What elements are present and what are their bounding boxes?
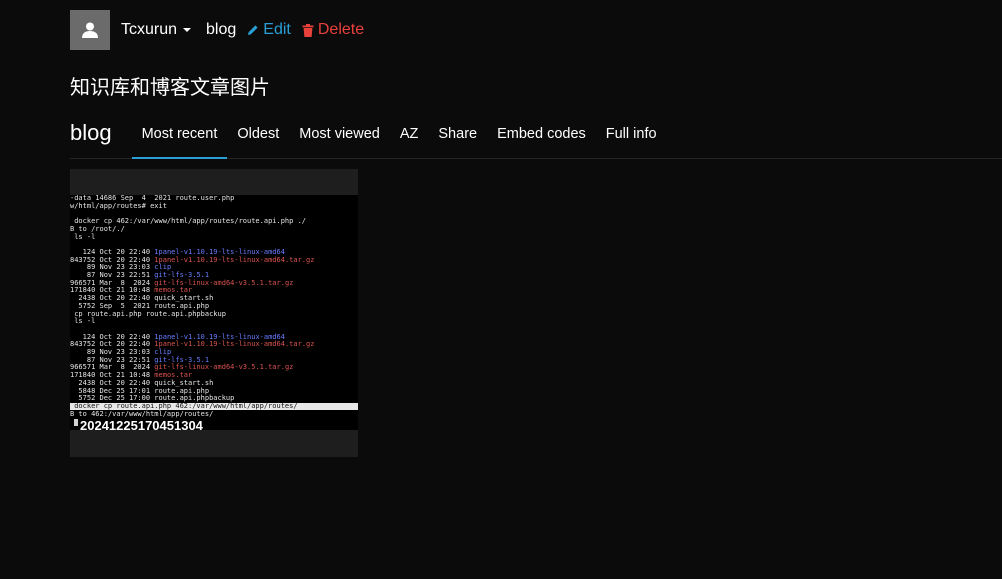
edit-button[interactable]: Edit (247, 21, 291, 39)
image-thumbnail: -data 14686 Sep 4 2021 route.user.php w/h… (70, 195, 358, 430)
tab-full-info[interactable]: Full info (596, 110, 667, 158)
tab-most-recent[interactable]: Most recent (131, 110, 228, 159)
delete-button[interactable]: Delete (302, 21, 364, 39)
user-icon (82, 22, 98, 38)
tab-most-viewed[interactable]: Most viewed (289, 110, 390, 158)
trash-icon (302, 23, 314, 37)
avatar[interactable] (70, 10, 110, 50)
terminal-line: ls -l (70, 317, 96, 326)
album-link[interactable]: blog (206, 21, 236, 39)
image-caption: 20241225170451304 (80, 418, 203, 433)
terminal-text: B to 462:/var/www/html/app/routes/ (70, 409, 214, 418)
delete-label: Delete (317, 21, 365, 38)
terminal-text: w/html/app/routes# exit (70, 201, 167, 210)
terminal-file-name: 1panel-v1.10.19-lts-linux-amd64.tar.gz (154, 255, 315, 264)
terminal-text: ls -l (70, 317, 96, 326)
tab-embed-codes[interactable]: Embed codes (487, 110, 596, 158)
album-description: 知识库和博客文章图片 (70, 75, 270, 99)
pencil-icon (248, 25, 258, 35)
tab-az[interactable]: AZ (390, 110, 429, 158)
tab-share[interactable]: Share (428, 110, 487, 158)
terminal-line: w/html/app/routes# exit (70, 201, 167, 211)
username: Tcxurun (121, 21, 178, 38)
caret-down-icon (183, 28, 192, 32)
terminal-file-name: 1panel-v1.10.19-lts-linux-amd64.tar.gz (154, 340, 315, 349)
section-title: blog (70, 120, 112, 145)
terminal-cursor (74, 419, 78, 427)
image-card[interactable]: -data 14686 Sep 4 2021 route.user.php w/h… (70, 169, 358, 457)
album-tabs-bar: blog Most recent Oldest Most viewed AZ S… (70, 110, 1002, 159)
album-header: Tcxurun blog Edit Delete (70, 10, 364, 50)
user-menu[interactable]: Tcxurun (121, 21, 192, 39)
edit-label: Edit (263, 21, 291, 38)
tab-oldest[interactable]: Oldest (227, 110, 289, 158)
terminal-line: ls -l (70, 232, 96, 242)
terminal-text: ls -l (70, 232, 96, 241)
